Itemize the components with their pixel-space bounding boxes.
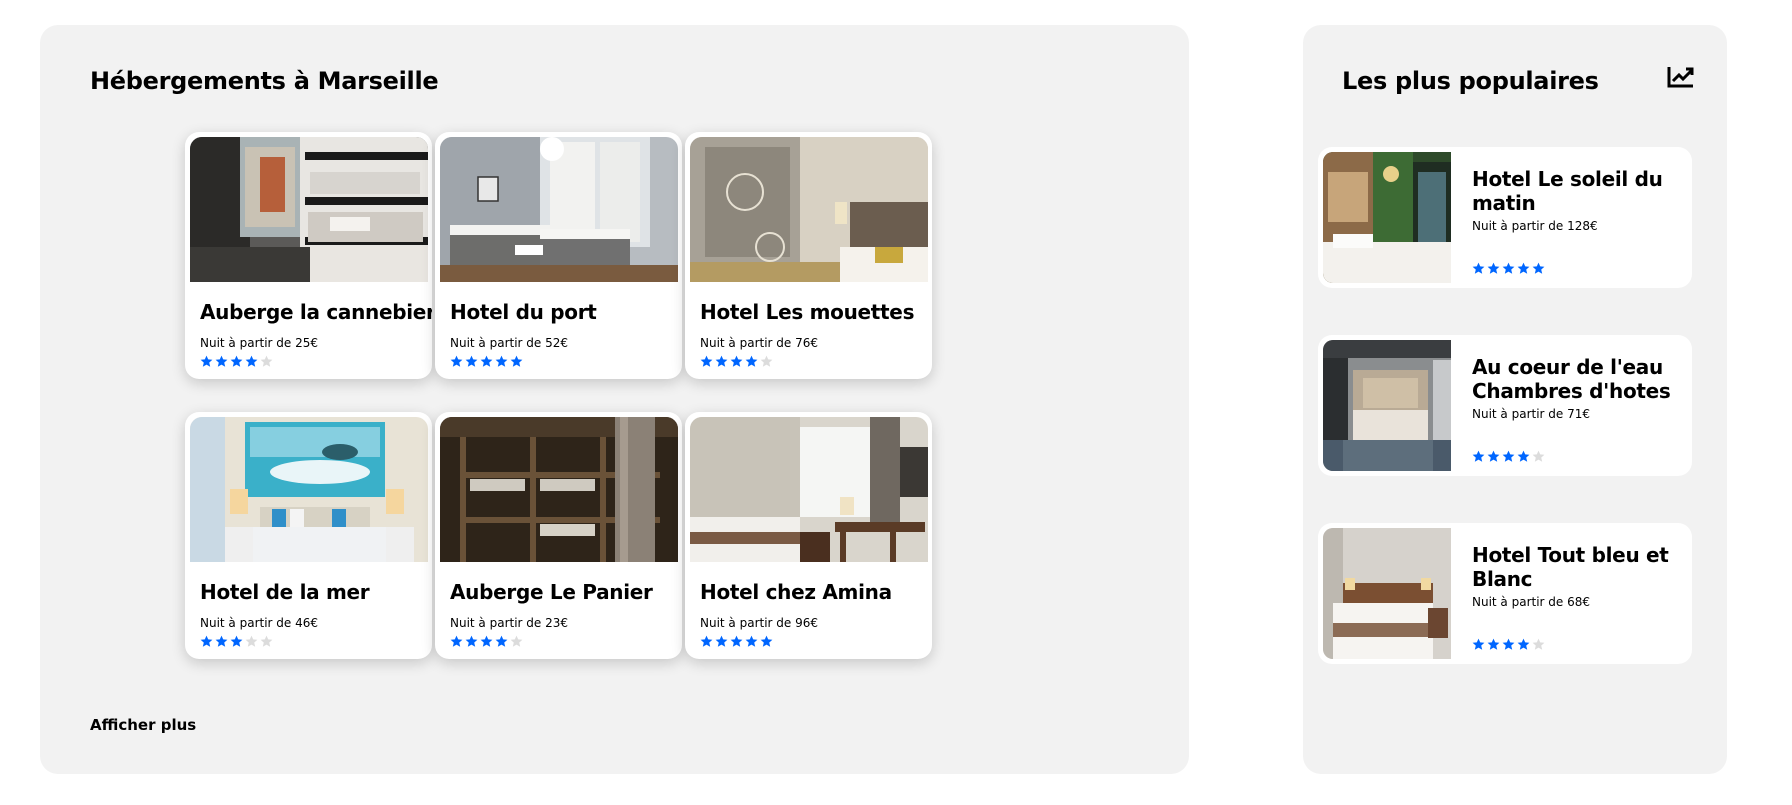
star-filled-icon [760,635,773,647]
hotel-price: Nuit à partir de 68€ [1472,595,1591,609]
star-filled-icon [715,635,728,647]
star-filled-icon [465,635,478,647]
hotel-card[interactable]: Auberge Le Panier Nuit à partir de 23€ [435,412,682,659]
hotel-card[interactable]: Hotel de la mer Nuit à partir de 46€ [185,412,432,659]
star-filled-icon [495,635,508,647]
rating-stars [200,355,273,368]
star-filled-icon [450,635,463,647]
popular-title: Les plus populaires [1342,67,1599,95]
star-filled-icon [1502,638,1515,650]
hotel-card[interactable]: Hotel chez Amina Nuit à partir de 96€ [685,412,932,659]
star-empty-icon [1532,450,1545,462]
star-filled-icon [1487,450,1500,462]
star-empty-icon [245,635,258,647]
rating-stars [700,355,773,368]
star-filled-icon [1502,450,1515,462]
star-filled-icon [700,355,713,367]
star-empty-icon [260,355,273,367]
star-empty-icon [760,355,773,367]
hotel-price: Nuit à partir de 52€ [450,336,569,350]
hotel-price: Nuit à partir de 96€ [700,616,819,630]
star-filled-icon [450,355,463,367]
hotel-card[interactable]: Hotel du port Nuit à partir de 52€ [435,132,682,379]
popular-hotel-card[interactable]: Au coeur de l'eau Chambres d'hotes Nuit … [1318,335,1692,476]
hotel-name: Hotel du port [450,300,597,324]
bunk-bed-room-photo [190,137,428,282]
star-filled-icon [200,355,213,367]
rating-stars [1472,262,1545,275]
hotel-price: Nuit à partir de 46€ [200,616,319,630]
star-empty-icon [260,635,273,647]
twin-bed-room-photo [440,137,678,282]
tufted-bed-room-photo [1323,340,1451,471]
hotel-card[interactable]: Hotel Les mouettes Nuit à partir de 76€ [685,132,932,379]
hotel-price: Nuit à partir de 25€ [200,336,319,350]
star-filled-icon [1487,638,1500,650]
accommodations-title: Hébergements à Marseille [90,67,439,95]
hotel-price: Nuit à partir de 76€ [700,336,819,350]
hotel-name: Hotel Les mouettes [700,300,915,324]
star-filled-icon [480,355,493,367]
star-filled-icon [510,355,523,367]
hotel-name: Hotel de la mer [200,580,370,604]
star-filled-icon [745,355,758,367]
star-filled-icon [495,355,508,367]
star-empty-icon [510,635,523,647]
hotel-name: Au coeur de l'eau Chambres d'hotes [1472,355,1671,403]
star-filled-icon [1517,450,1530,462]
star-empty-icon [1532,638,1545,650]
popular-hotel-card[interactable]: Hotel Tout bleu et Blanc Nuit à partir d… [1318,523,1692,664]
rating-stars [450,635,523,648]
star-filled-icon [730,635,743,647]
star-filled-icon [730,355,743,367]
green-room-photo [1323,152,1451,283]
popular-panel: Les plus populaires Hotel Le soleil du m… [1303,25,1727,774]
hotel-price: Nuit à partir de 23€ [450,616,569,630]
rating-stars [1472,450,1545,463]
star-filled-icon [480,635,493,647]
rating-stars [450,355,523,368]
rating-stars [1472,638,1545,651]
hotel-name: Hotel Le soleil du matin [1472,167,1663,215]
star-filled-icon [230,355,243,367]
star-filled-icon [1487,262,1500,274]
star-filled-icon [215,355,228,367]
hotel-name: Hotel chez Amina [700,580,892,604]
hotel-price: Nuit à partir de 128€ [1472,219,1598,233]
accommodations-panel: Hébergements à Marseille Auberge la cann… [40,25,1189,774]
rating-stars [700,635,773,648]
hotel-card[interactable]: Auberge la cannebiere Nuit à partir de 2… [185,132,432,379]
bedroom-wardrobe-photo [690,137,928,282]
wooden-bunks-photo [440,417,678,562]
star-filled-icon [700,635,713,647]
hotel-name: Auberge Le Panier [450,580,653,604]
star-filled-icon [465,355,478,367]
hotel-name: Hotel Tout bleu et Blanc [1472,543,1669,591]
trending-up-icon [1667,65,1695,89]
star-filled-icon [1472,450,1485,462]
popular-hotel-card[interactable]: Hotel Le soleil du matin Nuit à partir d… [1318,147,1692,288]
star-filled-icon [715,355,728,367]
star-filled-icon [1517,262,1530,274]
star-filled-icon [1532,262,1545,274]
star-filled-icon [745,635,758,647]
hotel-price: Nuit à partir de 71€ [1472,407,1591,421]
bright-room-desk-photo [690,417,928,562]
star-filled-icon [1502,262,1515,274]
star-filled-icon [245,355,258,367]
sea-painting-room-photo [190,417,428,562]
wood-headboard-room-photo [1323,528,1451,659]
rating-stars [200,635,273,648]
show-more-link[interactable]: Afficher plus [90,716,196,734]
star-filled-icon [200,635,213,647]
star-filled-icon [1472,638,1485,650]
star-filled-icon [1517,638,1530,650]
star-filled-icon [215,635,228,647]
hotel-name: Auberge la cannebiere [200,300,432,324]
star-filled-icon [1472,262,1485,274]
star-filled-icon [230,635,243,647]
